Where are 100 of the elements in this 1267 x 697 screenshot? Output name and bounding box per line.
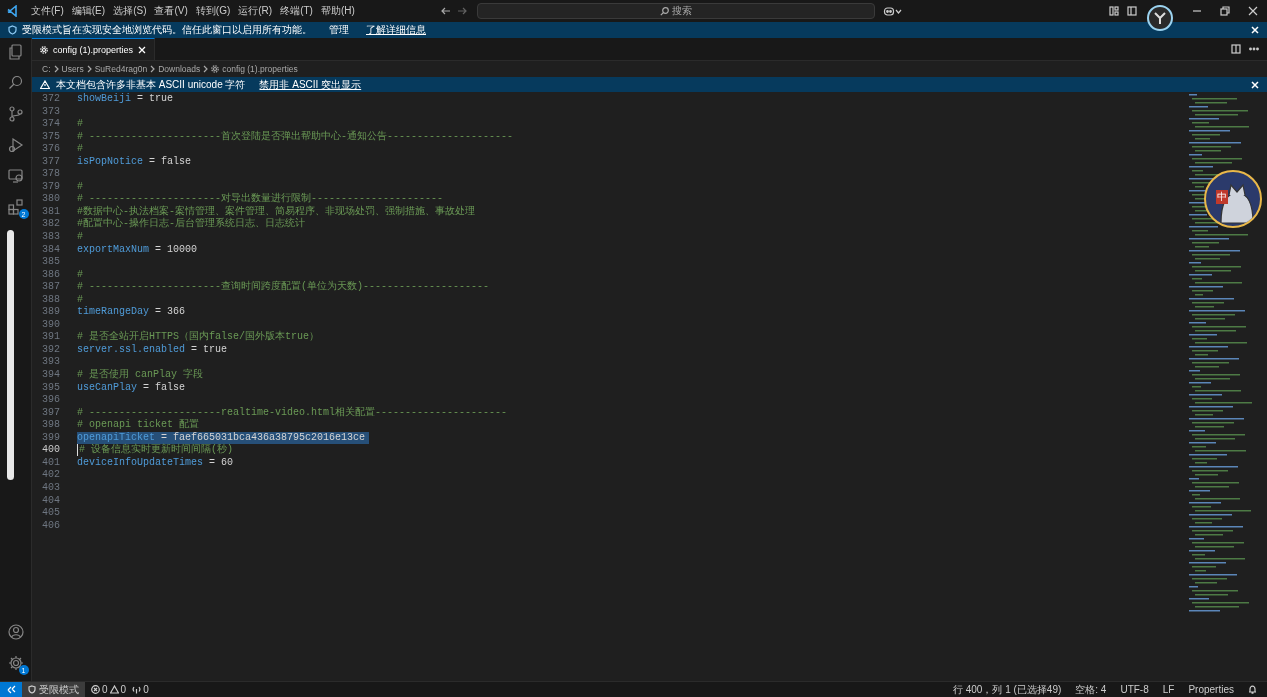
remote-button[interactable] <box>0 682 22 697</box>
line-number: 375 <box>41 130 61 144</box>
code-comment: # <box>77 231 83 244</box>
property-value: true <box>203 343 228 357</box>
line-number: 373 <box>41 105 61 119</box>
line-number: 404 <box>41 494 61 508</box>
line-number: 395 <box>41 381 61 395</box>
property-key: timeRangeDay <box>77 306 149 319</box>
line-number: 391 <box>41 331 61 344</box>
close-icon[interactable] <box>1248 6 1258 16</box>
equals-sign: = <box>155 243 162 257</box>
line-ending-setting[interactable]: LF <box>1162 684 1175 695</box>
line-number: 384 <box>41 243 61 257</box>
banner-message: 本文档包含许多非基本 ASCII unicode 字符 <box>56 77 246 92</box>
back-arrow-icon[interactable] <box>440 6 451 16</box>
code-comment: # <box>77 118 83 131</box>
split-editor-icon[interactable] <box>1231 44 1241 54</box>
problems-button[interactable]: 0 0 <box>91 684 127 695</box>
line-number: 402 <box>41 469 61 482</box>
equals-sign: = <box>143 381 150 395</box>
menu-item[interactable]: 选择(S) <box>109 2 151 20</box>
account-icon[interactable] <box>7 624 24 640</box>
line-number: 383 <box>41 231 61 244</box>
breadcrumb-item[interactable]: config (1).properties <box>222 64 298 74</box>
code-comment: # ----------------------查询时间跨度配置(单位为天数)--------------------- <box>77 281 490 294</box>
remote-icon <box>6 685 16 694</box>
restore-icon[interactable] <box>1220 6 1230 16</box>
equals-sign: = <box>161 431 168 443</box>
extensions-icon[interactable] <box>7 199 24 215</box>
equals-sign: = <box>155 306 162 319</box>
breadcrumb-item[interactable]: SuRed4rag0n <box>94 64 148 74</box>
breadcrumb-item[interactable]: C: <box>42 64 51 74</box>
code-comment: # ----------------------首次登陆是否弹出帮助中心-通知公告--------------------- <box>77 130 514 144</box>
search-field[interactable]: 搜索 <box>476 3 875 19</box>
sidebar-toggle-icon[interactable] <box>1127 6 1137 16</box>
code-comment: # 设备信息实时更新时间间隔(秒) <box>79 444 233 457</box>
robot-icon[interactable] <box>882 6 895 16</box>
layout-icon[interactable] <box>1109 6 1119 16</box>
menu-item[interactable]: 编辑(E) <box>67 2 110 20</box>
menu-item[interactable]: 运行(R) <box>234 2 277 20</box>
ports-button[interactable]: 0 <box>132 684 149 695</box>
line-number: 381 <box>41 205 61 219</box>
editor-tab[interactable]: config (1).properties <box>32 38 156 60</box>
chevron-right-icon <box>53 65 59 73</box>
line-number: 392 <box>41 343 61 357</box>
line-number: 382 <box>41 218 61 231</box>
menu-item[interactable]: 终端(T) <box>276 2 317 20</box>
forward-arrow-icon[interactable] <box>456 6 467 16</box>
scrollbar-thumb[interactable] <box>7 230 14 480</box>
line-number: 387 <box>41 281 61 294</box>
encoding-setting[interactable]: UTF-8 <box>1120 684 1149 695</box>
line-number: 406 <box>41 519 61 533</box>
menu-item[interactable]: 转到(G) <box>191 2 235 20</box>
settings-gear-icon[interactable] <box>7 655 24 671</box>
search-icon[interactable] <box>7 75 24 91</box>
equals-sign: = <box>209 456 216 470</box>
line-number: 385 <box>41 256 61 269</box>
chevron-right-icon <box>150 65 156 73</box>
code-comment: # <box>77 268 83 282</box>
line-number: 379 <box>41 180 61 194</box>
line-number: 390 <box>41 318 61 332</box>
line-number: 388 <box>41 293 61 307</box>
chevron-right-icon <box>203 65 209 73</box>
remote-explorer-icon[interactable] <box>7 168 24 184</box>
indentation-setting[interactable]: 空格: 4 <box>1075 682 1107 697</box>
breadcrumb-item[interactable]: Users <box>61 64 84 74</box>
menu-item[interactable]: 帮助(H) <box>316 2 359 20</box>
warning-icon <box>109 685 119 694</box>
line-number: 376 <box>41 143 61 156</box>
banner-link[interactable]: 禁用非 ASCII 突出显示 <box>259 77 362 92</box>
property-value: 10000 <box>167 243 198 257</box>
line-number: 398 <box>41 419 61 432</box>
source-control-icon[interactable] <box>7 106 24 122</box>
chevron-down-icon[interactable] <box>894 8 902 14</box>
banner-link[interactable]: 管理 <box>329 23 349 37</box>
property-key: deviceInfoUpdateTimes <box>77 456 204 470</box>
menu-item[interactable]: 查看(V) <box>150 2 192 20</box>
line-number: 400 <box>41 444 61 457</box>
code-comment: #数据中心-执法档案-案情管理、案件管理、简易程序、非现场处罚、强制措施、事故处理 <box>77 205 475 217</box>
property-value: faef665031bca436a38795c2016e13ce <box>173 431 366 444</box>
bell-icon[interactable] <box>1248 685 1257 694</box>
property-key: showBeiji <box>77 93 131 106</box>
property-value: 60 <box>221 456 234 470</box>
language-mode[interactable]: Properties <box>1188 684 1234 695</box>
cursor-position[interactable]: 行 400，列 1 (已选择49) <box>952 682 1062 697</box>
code-comment: # <box>77 180 83 194</box>
line-number: 397 <box>41 406 61 420</box>
search-icon <box>659 6 669 16</box>
breadcrumb-item[interactable]: Downloads <box>158 64 201 74</box>
restricted-mode-button[interactable]: 受限模式 <box>22 682 85 697</box>
files-icon[interactable] <box>7 44 24 60</box>
line-number: 374 <box>41 118 61 131</box>
code-comment: # 是否使用 canPlay 字段 <box>77 369 203 382</box>
menu-item[interactable]: 文件(F) <box>27 2 68 20</box>
code-comment: # ----------------------realtime-video.html相关配置---------------------- <box>77 406 508 419</box>
run-debug-icon[interactable] <box>7 137 24 153</box>
property-key: server.ssl.enabled <box>77 343 186 357</box>
banner-link[interactable]: 了解详细信息 <box>366 23 426 37</box>
more-actions-icon[interactable] <box>1249 47 1259 51</box>
code-comment: # ----------------------对导出数量进行限制---------------------- <box>77 193 444 205</box>
